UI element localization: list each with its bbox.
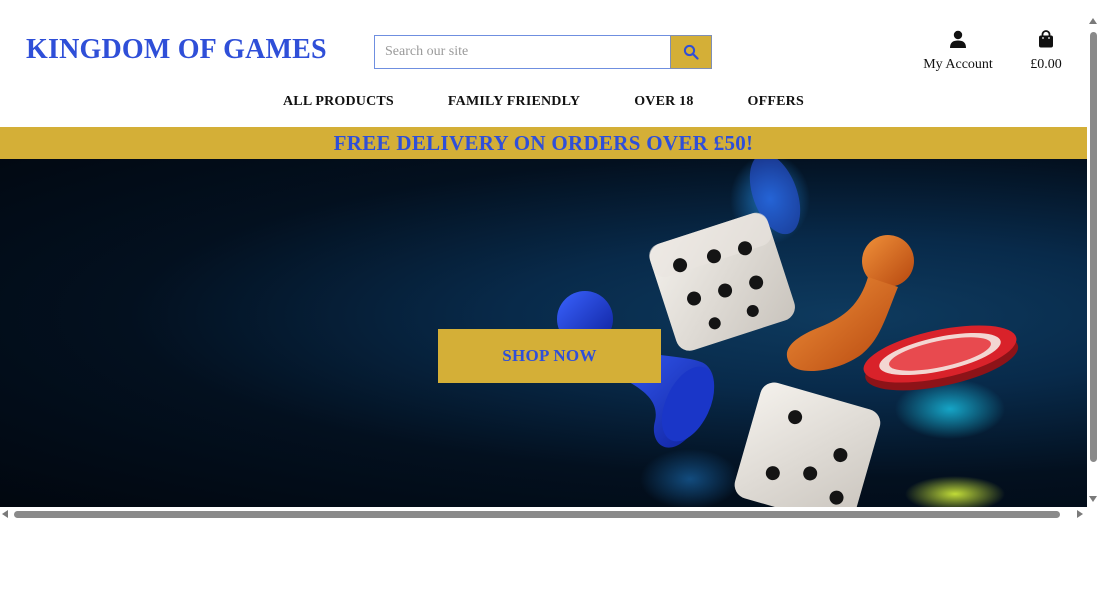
search-input[interactable] <box>374 35 670 69</box>
hero-section: SHOP NOW <box>0 159 1087 507</box>
delivery-banner-text: FREE DELIVERY ON ORDERS OVER £50! <box>333 130 754 155</box>
nav-offers[interactable]: OFFERS <box>721 94 831 110</box>
nav-over-18[interactable]: OVER 18 <box>607 94 720 110</box>
nav-all-products[interactable]: ALL PRODUCTS <box>256 94 421 110</box>
account-label: My Account <box>923 57 993 72</box>
search-icon <box>683 44 699 60</box>
cart-link[interactable]: £0.00 <box>1024 30 1068 73</box>
shop-now-button[interactable]: SHOP NOW <box>438 329 661 383</box>
delivery-banner: FREE DELIVERY ON ORDERS OVER £50! <box>0 127 1087 159</box>
site-logo[interactable]: KINGDOM OF GAMES <box>26 34 327 66</box>
search-button[interactable] <box>670 35 712 69</box>
main-nav: ALL PRODUCTS FAMILY FRIENDLY OVER 18 OFF… <box>0 94 1087 110</box>
vertical-scrollbar[interactable] <box>1087 18 1100 508</box>
nav-family-friendly[interactable]: FAMILY FRIENDLY <box>421 94 607 110</box>
search-form <box>374 35 712 69</box>
account-link[interactable]: My Account <box>920 30 996 73</box>
vertical-scroll-thumb[interactable] <box>1090 32 1097 462</box>
page-viewport: KINGDOM OF GAMES My Account £0.00 ALL PR… <box>0 0 1087 507</box>
user-icon <box>950 30 966 48</box>
shopping-bag-icon <box>1039 30 1053 48</box>
scroll-down-arrow-icon[interactable] <box>1089 496 1097 502</box>
scroll-up-arrow-icon[interactable] <box>1089 18 1097 24</box>
horizontal-scrollbar[interactable] <box>0 508 1087 521</box>
cart-total: £0.00 <box>1030 57 1062 72</box>
scroll-right-arrow-icon[interactable] <box>1077 510 1083 518</box>
horizontal-scroll-thumb[interactable] <box>14 511 1060 518</box>
scroll-left-arrow-icon[interactable] <box>2 510 8 518</box>
